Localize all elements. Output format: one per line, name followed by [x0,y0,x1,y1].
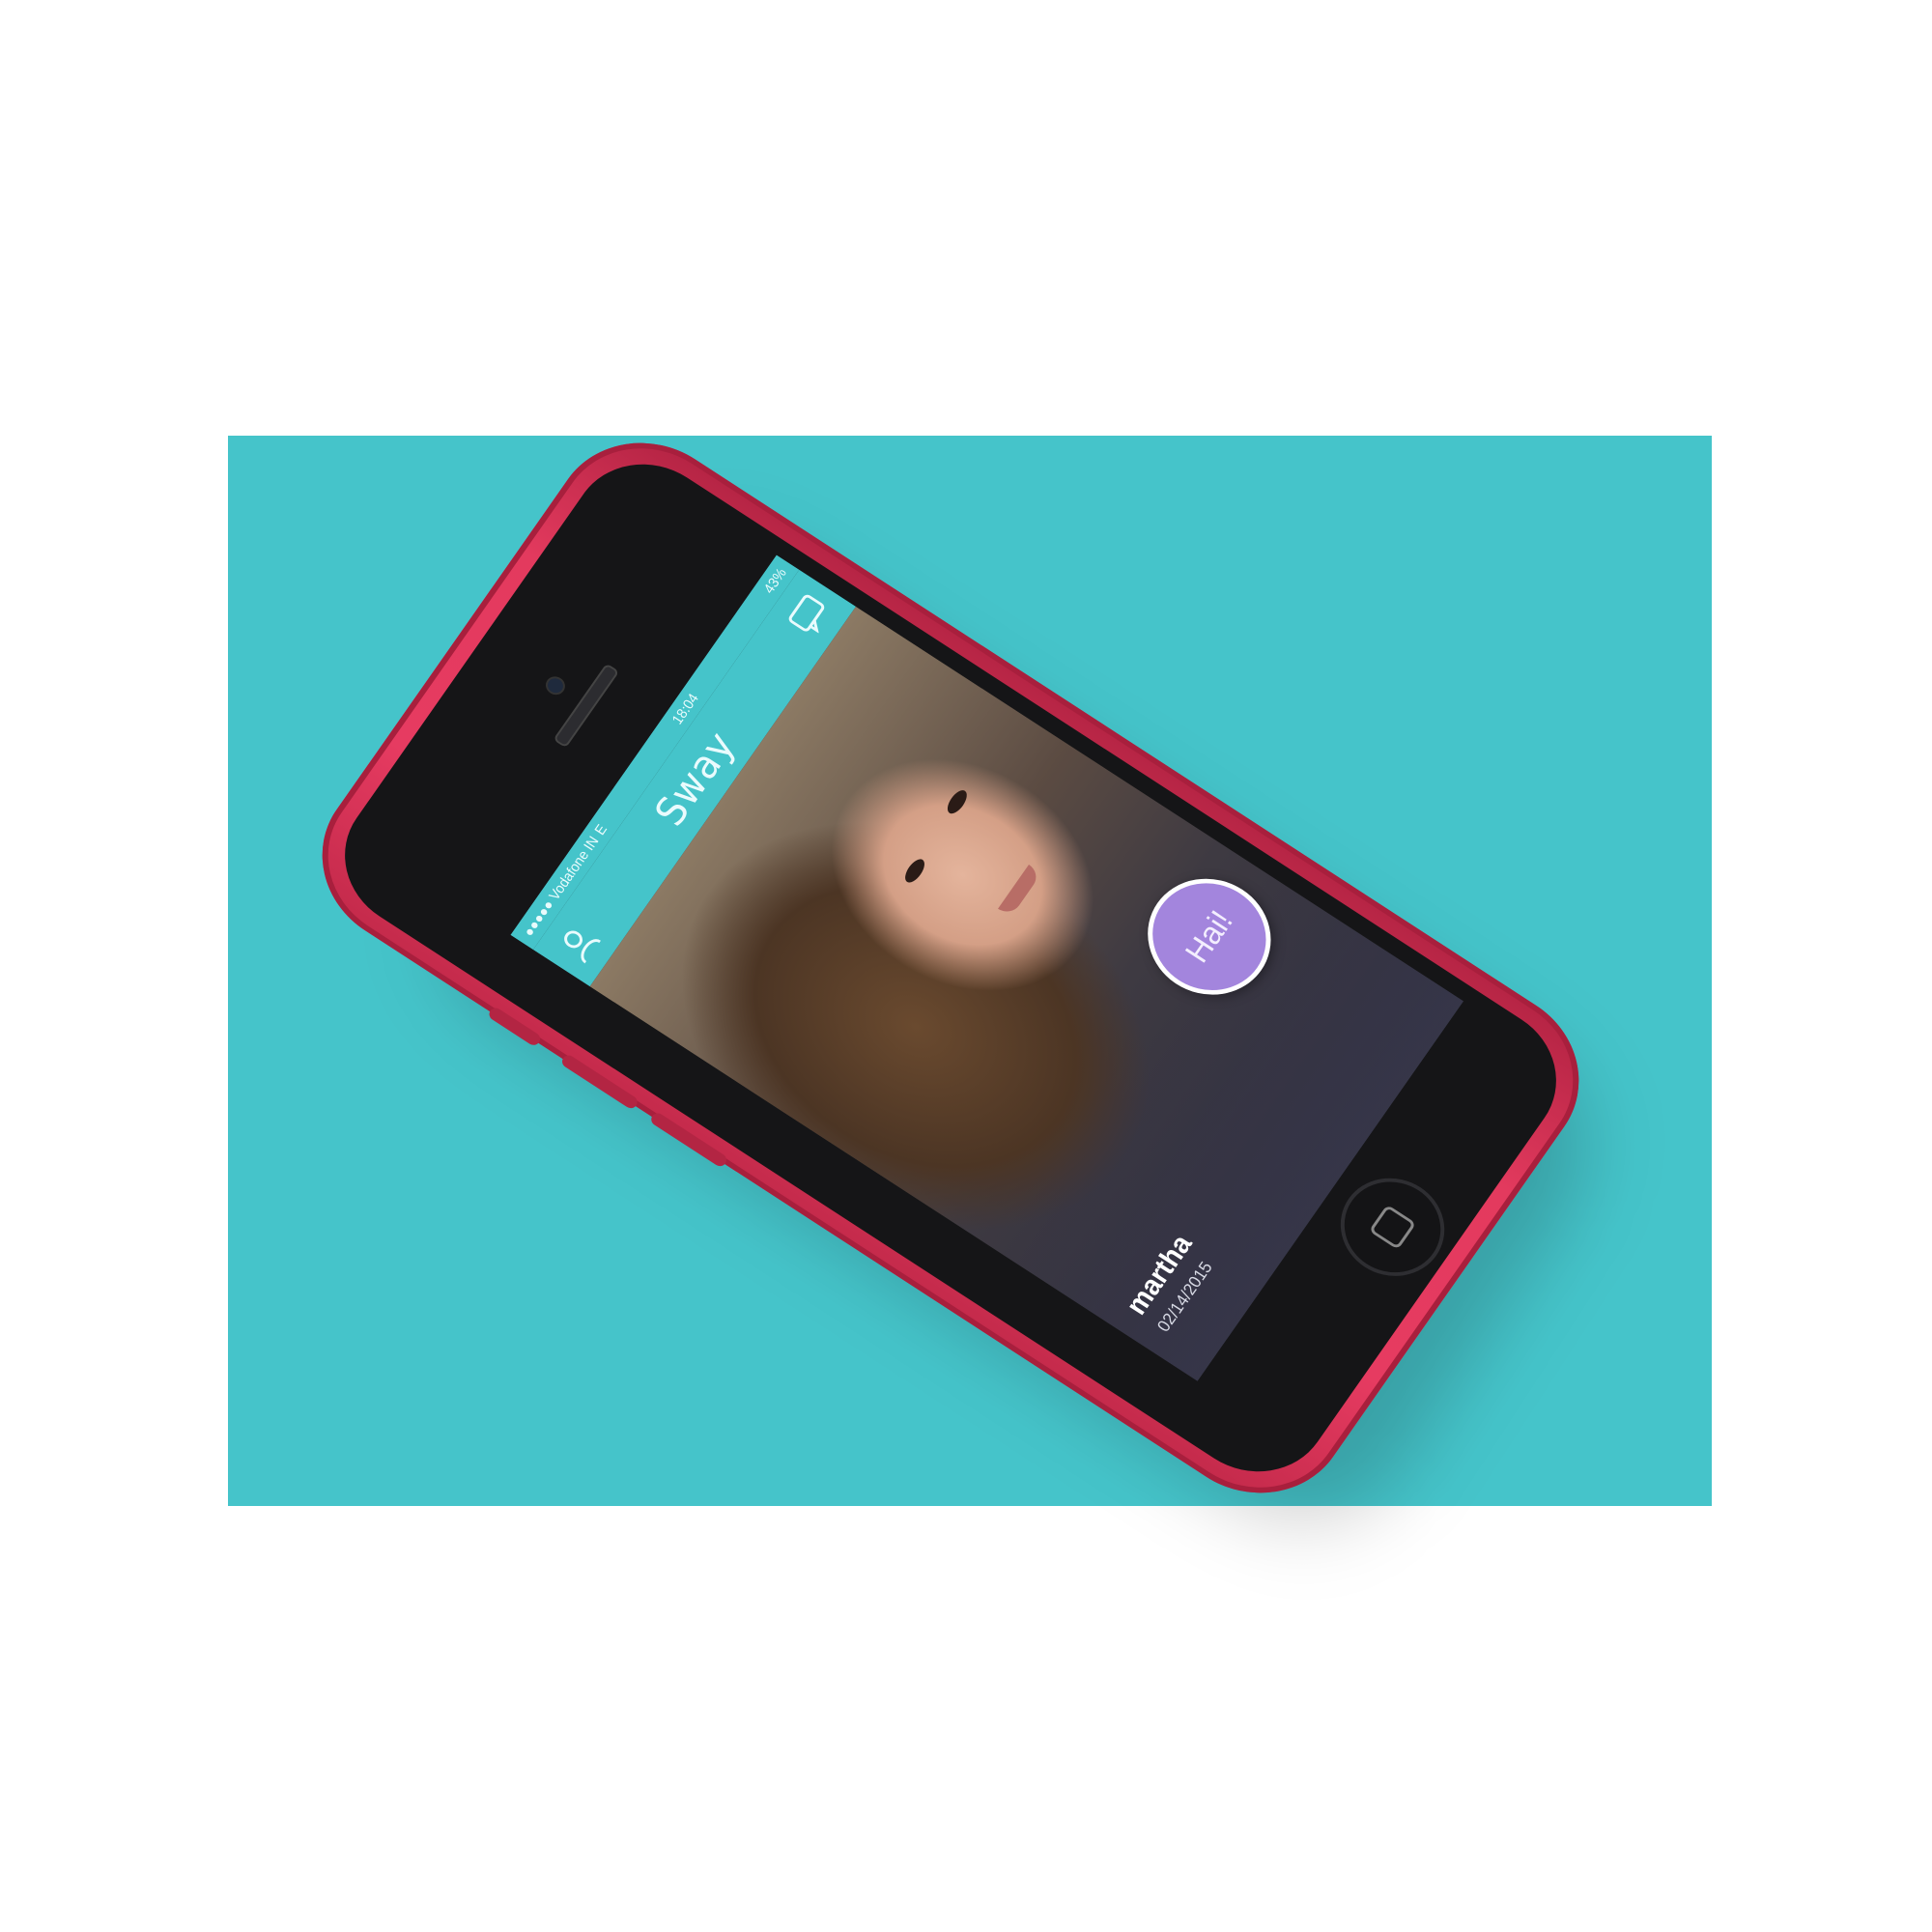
network-label: E [591,821,611,838]
photo-eye-left [901,856,928,886]
chat-icon[interactable] [785,591,836,639]
photo-eye-right [943,786,971,817]
photo-mouth [998,864,1042,918]
front-camera [542,672,569,698]
home-square-icon [1368,1204,1417,1250]
earpiece-speaker [553,663,620,749]
profile-icon[interactable] [554,920,604,966]
